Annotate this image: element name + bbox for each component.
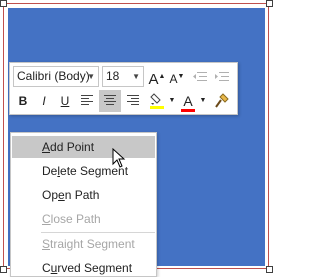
chevron-down-icon: ▼ [199, 97, 207, 104]
align-right-button[interactable] [123, 90, 143, 112]
format-painter-icon [215, 93, 229, 108]
chevron-down-icon[interactable]: ▼ [132, 67, 140, 86]
resize-handle-top-left[interactable] [0, 0, 7, 7]
menu-item-label: lose Path [50, 212, 101, 226]
menu-item-label: De [42, 164, 58, 178]
italic-button[interactable]: I [34, 90, 54, 112]
underline-button[interactable]: U [55, 90, 75, 112]
grow-font-button[interactable]: A▲ [148, 66, 166, 88]
format-painter-button[interactable] [211, 90, 233, 112]
resize-handle-top-right[interactable] [266, 0, 273, 7]
menu-item-curved-segment[interactable]: Curved Segment [12, 257, 155, 276]
menu-item-label: n Path [64, 188, 100, 202]
menu-item-label: C [42, 212, 51, 226]
menu-item-add-point[interactable]: Add Point [12, 136, 155, 158]
highlighter-icon [150, 93, 164, 109]
menu-item-label: A [42, 140, 51, 154]
decrease-indent-button[interactable] [190, 66, 210, 88]
highlight-dropdown[interactable]: ▼ [168, 90, 176, 112]
context-menu: Add Point Delete Segment Open Path Close… [10, 132, 157, 277]
decrease-indent-icon [193, 72, 207, 81]
font-size-combo[interactable]: 18 ▼ [102, 66, 144, 87]
menu-item-label: Op [42, 188, 59, 202]
font-color-icon: A [181, 93, 195, 112]
resize-handle-bottom-left[interactable] [0, 266, 7, 273]
mouse-pointer-icon [112, 148, 126, 168]
font-color-dropdown[interactable]: ▼ [199, 90, 207, 112]
chevron-down-icon: ▼ [168, 97, 176, 104]
font-name-combo[interactable]: Calibri (Body) ▼ [13, 66, 99, 87]
font-name-value: Calibri (Body) [17, 69, 90, 83]
bold-button[interactable]: B [13, 90, 33, 112]
align-left-icon [81, 95, 93, 107]
menu-item-label: dd Point [50, 140, 95, 154]
font-size-value: 18 [106, 69, 120, 83]
align-center-button[interactable] [99, 90, 121, 112]
align-right-icon [127, 95, 139, 107]
menu-item-label: e [58, 188, 65, 202]
resize-handle-bottom-right[interactable] [266, 266, 273, 273]
menu-item-label: S [42, 237, 51, 251]
shrink-font-icon: A [169, 72, 178, 86]
menu-item-open-path[interactable]: Open Path [12, 184, 155, 206]
shrink-font-button[interactable]: A▼ [168, 66, 186, 88]
grow-font-icon: A [148, 71, 159, 88]
font-color-button[interactable]: A [177, 90, 199, 112]
menu-item-close-path: Close Path [12, 208, 155, 230]
align-center-icon [104, 95, 116, 107]
highlight-button[interactable] [146, 90, 168, 112]
increase-indent-button[interactable] [212, 66, 232, 88]
menu-item-straight-segment: Straight Segment [12, 233, 155, 255]
menu-item-label: traight Segment [50, 237, 135, 251]
align-left-button[interactable] [77, 90, 97, 112]
mini-toolbar: Calibri (Body) ▼ 18 ▼ A▲ A▼ B I U ▼ A ▼ [9, 62, 238, 115]
chevron-down-icon[interactable]: ▼ [87, 67, 95, 86]
menu-item-delete-segment[interactable]: Delete Segment [12, 160, 155, 182]
increase-indent-icon [215, 72, 229, 81]
